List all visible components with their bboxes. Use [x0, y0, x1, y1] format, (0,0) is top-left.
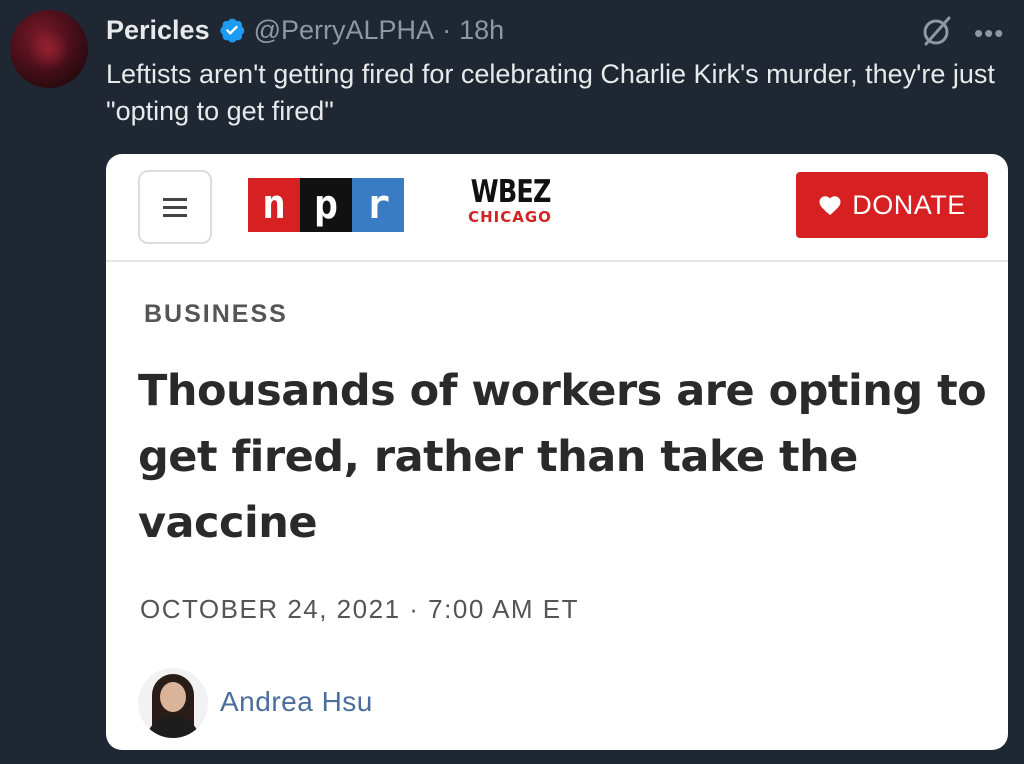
npr-logo-letter: r: [352, 178, 404, 232]
author-name[interactable]: Andrea Hsu: [220, 686, 373, 718]
article-headline[interactable]: Thousands of workers are opting to get f…: [138, 358, 998, 556]
tweet-text: Leftists aren't getting fired for celebr…: [106, 59, 995, 126]
section-label[interactable]: BUSINESS: [144, 300, 288, 329]
verified-badge-icon: [219, 18, 244, 43]
article-date: OCTOBER 24, 2021: [140, 594, 401, 624]
station-name: WBEZ: [470, 174, 552, 210]
station-city: CHICAGO: [468, 208, 552, 226]
site-header: n p r WBEZ CHICAGO DONATE: [106, 154, 1008, 262]
menu-icon-line: [163, 205, 187, 209]
timestamp[interactable]: 18h: [459, 15, 504, 46]
separator-dot: ·: [442, 14, 452, 45]
donate-button[interactable]: DONATE: [796, 172, 988, 238]
menu-icon-line: [163, 197, 187, 201]
date-separator: ·: [409, 594, 420, 624]
tweet-header: Pericles @PerryALPHA · 18h: [106, 12, 504, 48]
menu-icon-line: [163, 213, 187, 217]
npr-logo-letter: n: [248, 178, 300, 232]
handle[interactable]: @PerryALPHA: [254, 15, 434, 46]
npr-logo[interactable]: n p r: [248, 178, 404, 232]
display-name[interactable]: Pericles: [106, 15, 210, 46]
author-avatar[interactable]: [10, 10, 88, 88]
menu-button[interactable]: [138, 170, 212, 244]
heart-icon: [819, 196, 841, 215]
article-card[interactable]: n p r WBEZ CHICAGO DONATE BUSINESS Thous…: [106, 154, 1008, 750]
more-options-icon[interactable]: •••: [974, 18, 1004, 49]
author-photo-face: [160, 682, 186, 712]
grok-icon[interactable]: [918, 14, 954, 48]
station-logo[interactable]: WBEZ CHICAGO: [462, 176, 558, 226]
author-photo[interactable]: [138, 668, 208, 738]
donate-label: DONATE: [852, 189, 966, 220]
npr-logo-letter: p: [300, 178, 352, 232]
article-time: 7:00 AM ET: [428, 594, 580, 624]
dateline: OCTOBER 24, 2021 · 7:00 AM ET: [140, 594, 579, 625]
